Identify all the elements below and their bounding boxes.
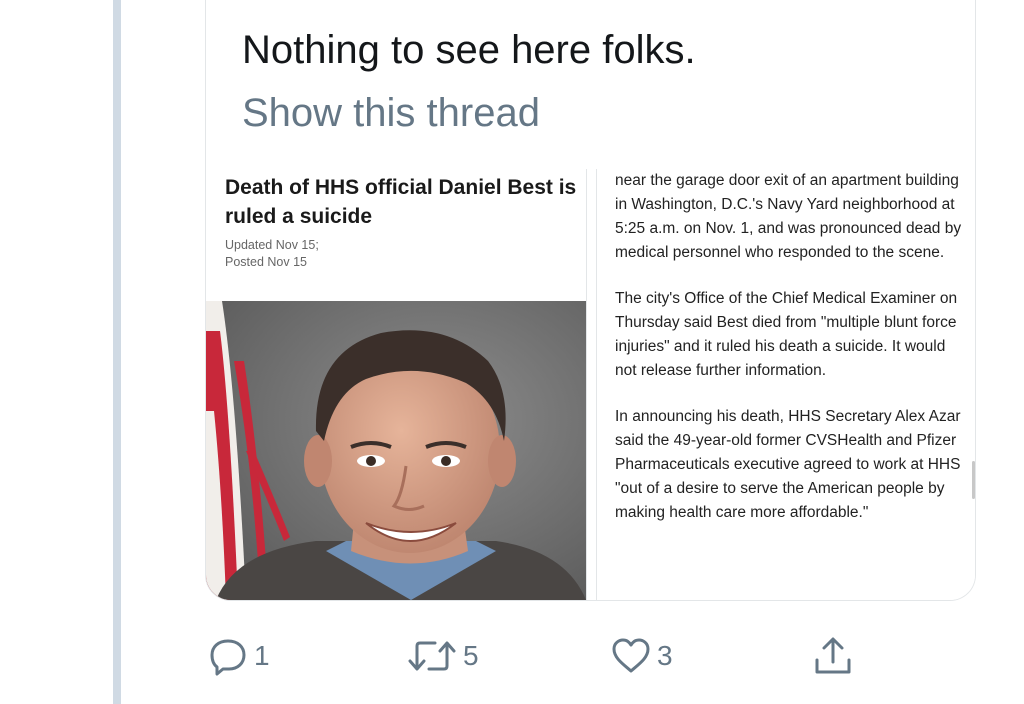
portrait-photo <box>206 301 586 600</box>
article-photo <box>206 301 586 600</box>
article-updated: Updated Nov 15; <box>225 238 319 252</box>
thread-line <box>113 0 121 704</box>
heart-icon <box>612 638 650 673</box>
share-button[interactable] <box>813 634 853 678</box>
reply-icon <box>210 639 246 676</box>
tweet-text: Nothing to see here folks. <box>242 28 696 72</box>
retweet-count: 5 <box>463 640 479 671</box>
show-thread-link[interactable]: Show this thread <box>242 91 540 136</box>
article-paragraph: The city's Office of the Chief Medical E… <box>615 290 958 379</box>
media-attachment[interactable]: Death of HHS official Daniel Best is rul… <box>205 169 976 601</box>
reply-count: 1 <box>254 640 270 671</box>
article-screenshot-left: Death of HHS official Daniel Best is rul… <box>206 169 587 600</box>
reply-button[interactable]: 1 <box>208 634 270 678</box>
like-count: 3 <box>657 640 673 671</box>
article-paragraph: near the garage door exit of an apartmen… <box>615 172 962 261</box>
scroll-thumb[interactable] <box>972 461 975 499</box>
article-paragraph: In announcing his death, HHS Secretary A… <box>615 408 961 521</box>
article-screenshot-right: near the garage door exit of an apartmen… <box>596 169 975 600</box>
tweet-text-area: Nothing to see here folks. Show this thr… <box>205 0 976 170</box>
article-title: Death of HHS official Daniel Best is rul… <box>225 176 577 228</box>
article-meta: Updated Nov 15; Posted Nov 15 <box>225 237 319 271</box>
retweet-icon <box>408 641 456 671</box>
like-button[interactable]: 3 <box>611 634 673 678</box>
share-icon <box>815 637 851 674</box>
retweet-button[interactable]: 5 <box>407 634 479 678</box>
tweet-actions: 1 5 3 <box>205 634 974 678</box>
article-body: near the garage door exit of an apartmen… <box>615 169 965 547</box>
article-posted: Posted Nov 15 <box>225 255 307 269</box>
